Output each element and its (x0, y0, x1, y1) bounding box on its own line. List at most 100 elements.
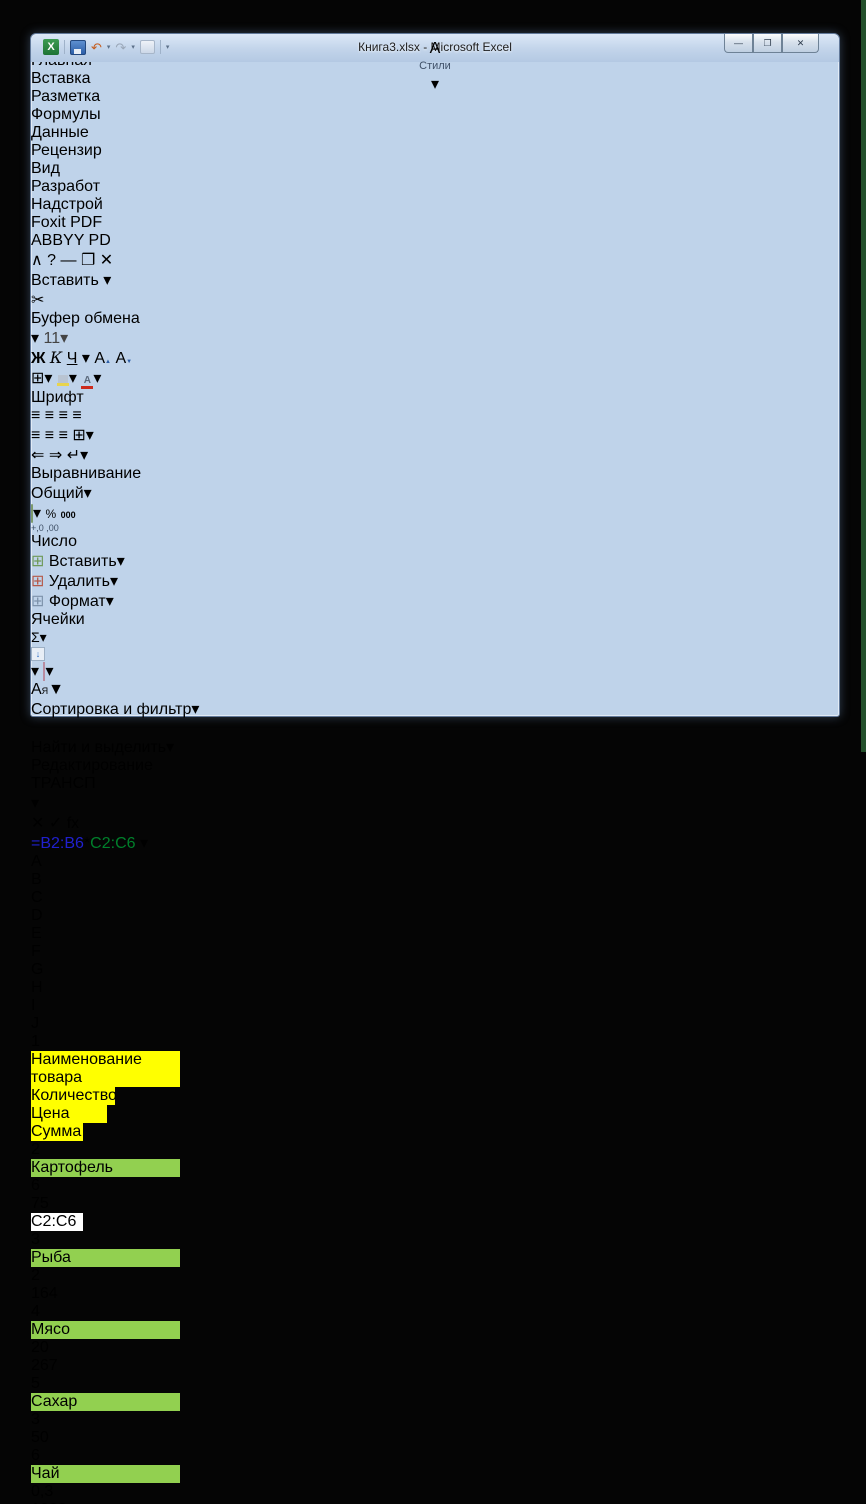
tab-рецензир[interactable]: Рецензир (31, 142, 839, 160)
merge-center-icon[interactable]: ⊞ (72, 427, 85, 444)
formula-part: C2:C6 (90, 835, 136, 852)
tab-foxit-pdf[interactable]: Foxit PDF (31, 214, 839, 232)
row-header-4[interactable]: 4 (31, 1303, 839, 1321)
formula-bar-expand-icon[interactable]: ▾ (140, 835, 148, 852)
doc-close-icon[interactable]: ✕ (100, 252, 113, 269)
format-cells-button[interactable]: ⊞ Формат▾ (31, 591, 839, 611)
cell-C3[interactable]: 164 (31, 1285, 107, 1303)
cell-A2[interactable]: Картофель (31, 1159, 180, 1177)
decrease-decimal-icon[interactable]: ,00 (46, 523, 59, 533)
align-bottom-icon[interactable]: ≡ (59, 407, 68, 424)
tab-abbyy-pd[interactable]: ABBYY PD (31, 232, 839, 250)
cell-A1[interactable]: Наименование товара (31, 1051, 180, 1087)
align-center-icon[interactable]: ≡ (45, 427, 54, 444)
autosum-icon[interactable]: Σ▾ (31, 629, 47, 645)
borders-icon[interactable]: ⊞▾ (31, 370, 52, 387)
cell-B1[interactable]: Количество (31, 1087, 117, 1105)
column-header-A[interactable]: A (31, 853, 180, 871)
cut-icon[interactable]: ✂ (31, 292, 44, 309)
align-middle-icon[interactable]: ≡ (45, 407, 54, 424)
minimize-ribbon-icon[interactable]: ∧ (31, 252, 43, 269)
doc-minimize-icon[interactable]: — (61, 252, 77, 269)
number-format-combo[interactable]: Общий▾ (31, 485, 92, 502)
insert-function-icon[interactable]: fx (67, 815, 79, 832)
percent-icon[interactable]: % (45, 507, 56, 521)
fill-color-icon[interactable] (56, 375, 69, 386)
formula-input[interactable]: =B2:B6*C2:C6 ▾ (31, 833, 839, 853)
delete-cells-button[interactable]: ⊞ Удалить▾ (31, 571, 839, 591)
sort-filter-button[interactable]: АЯ▼ Сортировка и фильтр▾ (31, 681, 839, 719)
column-header-H[interactable]: H (31, 979, 96, 997)
grow-font-button[interactable]: А▲ (94, 350, 111, 367)
underline-dropdown-icon[interactable]: ▾ (82, 350, 90, 367)
increase-decimal-icon[interactable]: +,0 (31, 523, 44, 533)
row-header-5[interactable]: 5 (31, 1375, 839, 1393)
cell-B4[interactable]: 20 (31, 1339, 115, 1357)
column-header-D[interactable]: D (31, 907, 83, 925)
paste-button[interactable]: Вставить ▾ (31, 270, 839, 290)
bold-button[interactable]: Ж (31, 350, 45, 367)
row-header-6[interactable]: 6 (31, 1447, 839, 1465)
cell-C6[interactable]: 1000 (31, 1501, 107, 1504)
font-color-icon[interactable]: А (81, 375, 94, 389)
cell-A5[interactable]: Сахар (31, 1393, 180, 1411)
font-name-combo[interactable]: ▾ (31, 330, 39, 347)
font-size-combo[interactable]: 11▾ (43, 330, 68, 347)
name-box[interactable]: ТРАНСП (31, 775, 839, 793)
orientation-icon[interactable]: ≡ (72, 407, 81, 424)
grid-row-6: 6Чай0,31000 (31, 1447, 839, 1504)
column-header-I[interactable]: I (31, 997, 96, 1015)
cell-B2[interactable]: 6 (31, 1177, 115, 1195)
row-header-1[interactable]: 1 (31, 1033, 839, 1051)
cell-D1[interactable]: Сумма (31, 1123, 83, 1141)
cell-A4[interactable]: Мясо (31, 1321, 180, 1339)
tab-формулы[interactable]: Формулы (31, 106, 839, 124)
column-header-B[interactable]: B (31, 871, 115, 889)
styles-button[interactable]: А Стили ▾ (31, 40, 839, 94)
column-header-C[interactable]: C (31, 889, 107, 907)
column-header-J[interactable]: J (31, 1015, 96, 1033)
italic-button[interactable]: К (50, 348, 62, 367)
cell-B5[interactable]: 3 (31, 1411, 115, 1429)
align-right-icon[interactable]: ≡ (59, 427, 68, 444)
row-header-3[interactable]: 3 (31, 1231, 839, 1249)
grid-row-2: 2 Картофель 6 75 C2:C6 (31, 1141, 839, 1231)
cell-A3[interactable]: Рыба (31, 1249, 180, 1267)
fill-icon[interactable]: ↓ ▾ (31, 647, 839, 680)
cell-B3[interactable]: 2 (31, 1267, 115, 1285)
align-top-icon[interactable]: ≡ (31, 407, 40, 424)
cell-B6[interactable]: 0,3 (31, 1483, 115, 1501)
tab-разработ[interactable]: Разработ (31, 178, 839, 196)
paste-dropdown-icon[interactable]: ▾ (103, 272, 111, 289)
cell-A6[interactable]: Чай (31, 1465, 180, 1483)
tab-вид[interactable]: Вид (31, 160, 839, 178)
increase-indent-icon[interactable]: ⇒ (49, 447, 62, 464)
cell-C2[interactable]: 75 (31, 1195, 107, 1213)
column-header-G[interactable]: G (31, 961, 96, 979)
underline-button[interactable]: Ч (67, 350, 78, 367)
name-box-dropdown-icon[interactable]: ▾ (31, 793, 839, 813)
column-header-E[interactable]: E (31, 925, 94, 943)
cell-C4[interactable]: 267 (31, 1357, 107, 1375)
cell-D2[interactable]: C2:C6 (31, 1213, 83, 1231)
cell-C5[interactable]: 50 (31, 1429, 107, 1447)
enter-icon[interactable]: ✓ (49, 815, 62, 832)
thousands-icon[interactable]: 000 (61, 510, 76, 520)
help-icon[interactable]: ? (47, 252, 56, 269)
tab-надстрой[interactable]: Надстрой (31, 196, 839, 214)
insert-cells-button[interactable]: ⊞ Вставить▾ (31, 551, 839, 571)
styles-icon: А (429, 40, 441, 57)
column-header-F[interactable]: F (31, 943, 96, 961)
grid-row-1: 1 Наименование товара Количество Цена Сумма (31, 1033, 839, 1141)
decrease-indent-icon[interactable]: ⇐ (31, 447, 44, 464)
find-select-button[interactable]: Найти и выделить▾ (31, 719, 839, 757)
doc-restore-icon[interactable]: ❐ (81, 252, 95, 269)
cancel-icon[interactable]: ✕ (31, 815, 44, 832)
wrap-text-icon[interactable]: ↵ (67, 447, 80, 464)
tab-данные[interactable]: Данные (31, 124, 839, 142)
align-left-icon[interactable]: ≡ (31, 427, 40, 444)
cell-C1[interactable]: Цена (31, 1105, 107, 1123)
row-header-2[interactable]: 2 (31, 1141, 839, 1159)
clear-icon[interactable]: ▾ (43, 662, 54, 681)
shrink-font-button[interactable]: А▼ (115, 350, 132, 367)
